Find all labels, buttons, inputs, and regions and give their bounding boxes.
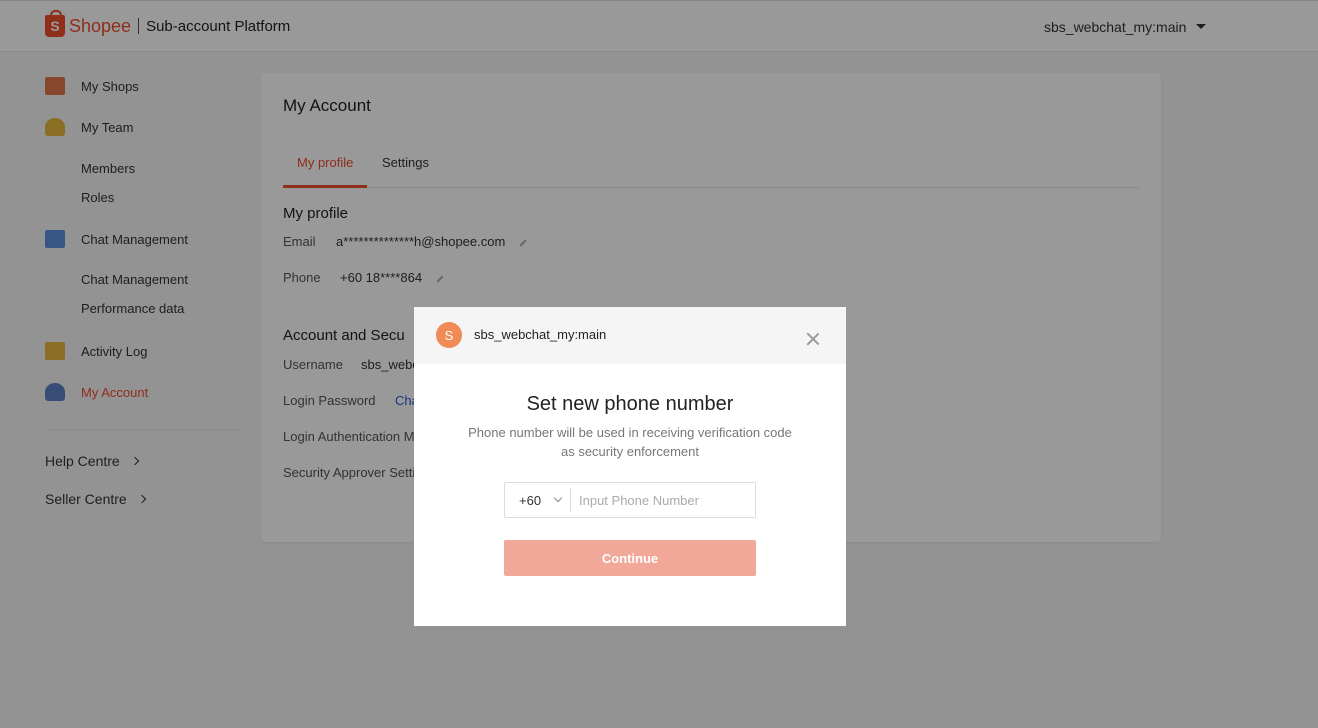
phone-input-group: +60 [504, 482, 756, 518]
set-phone-modal: S sbs_webchat_my:main Set new phone numb… [414, 307, 846, 626]
phone-number-input[interactable] [571, 485, 755, 515]
modal-username: sbs_webchat_my:main [474, 327, 607, 342]
country-code-select[interactable]: +60 [505, 488, 571, 512]
chevron-down-icon [553, 493, 563, 503]
modal-description: Phone number will be used in receiving v… [468, 425, 792, 459]
country-code-value: +60 [519, 492, 542, 508]
avatar: S [436, 322, 462, 348]
close-icon[interactable] [805, 331, 821, 347]
modal-header: S sbs_webchat_my:main [414, 307, 846, 364]
continue-button[interactable]: Continue [504, 540, 756, 576]
modal-title: Set new phone number [526, 393, 734, 415]
